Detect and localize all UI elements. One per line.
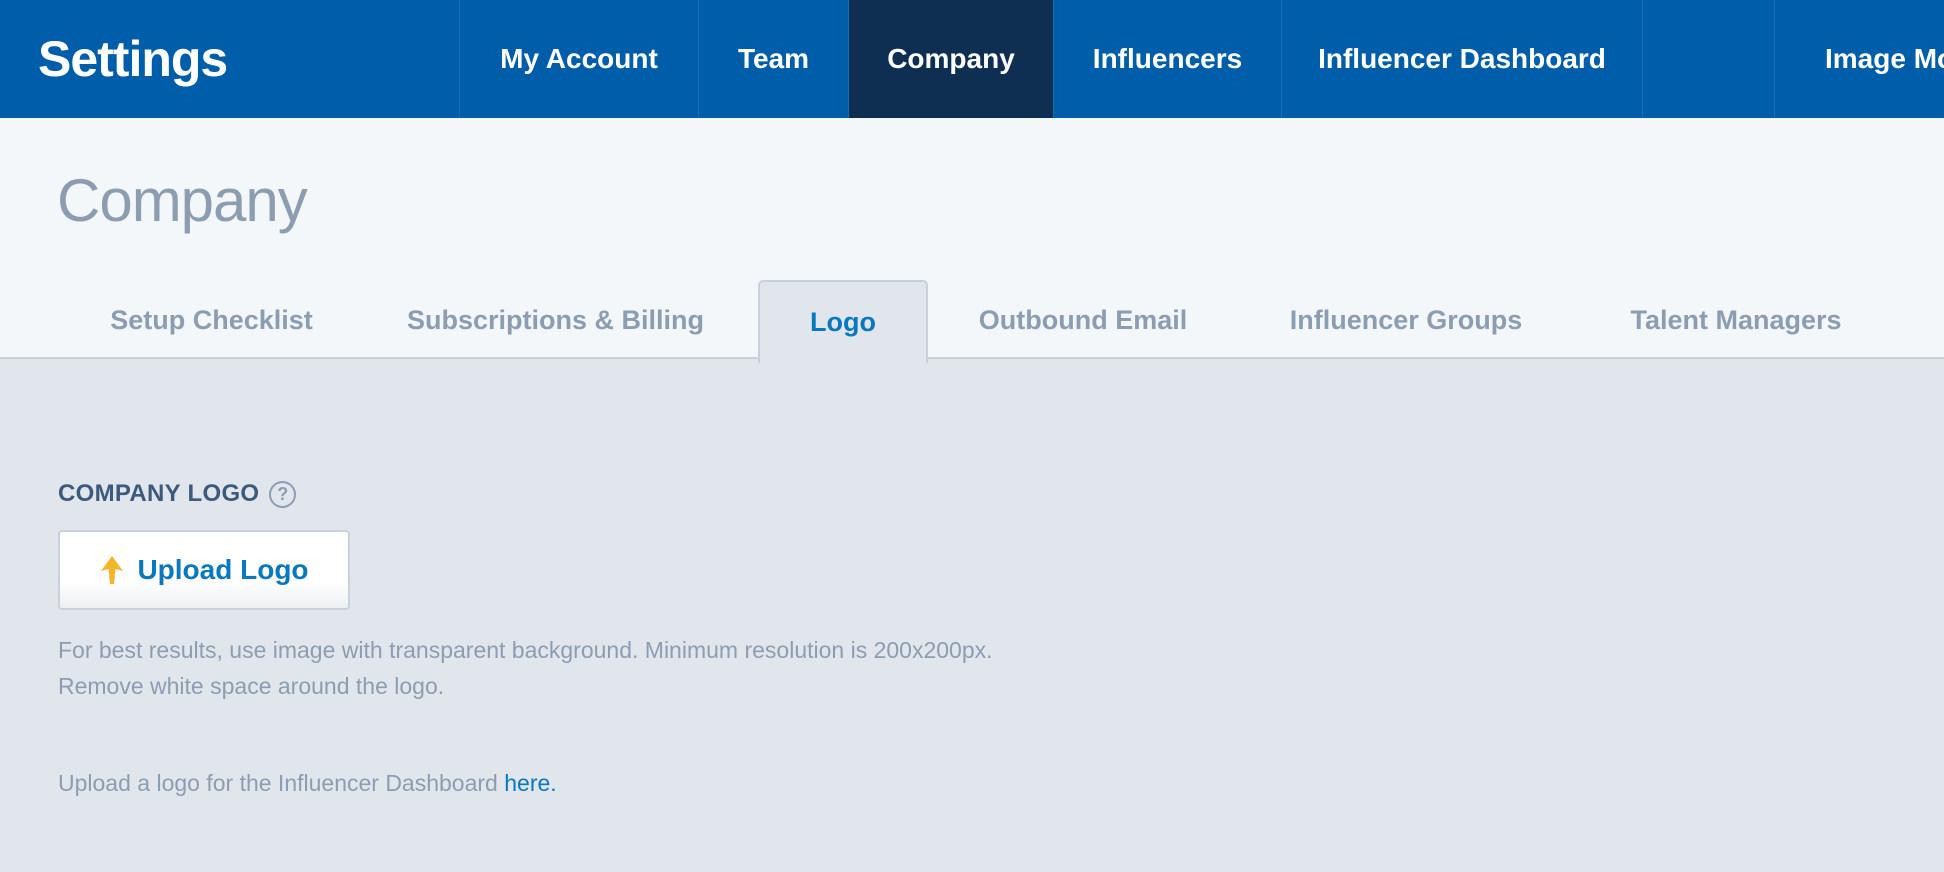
top-navigation-bar: Settings My Account Team Company Influen…: [0, 0, 1944, 118]
dashboard-logo-note-text: Upload a logo for the Influencer Dashboa…: [58, 770, 505, 796]
tab-logo[interactable]: Logo: [758, 280, 928, 363]
upload-hint-line-2: Remove white space around the logo.: [58, 673, 445, 699]
nav-item-company[interactable]: Company: [848, 0, 1053, 118]
nav-item-influencers[interactable]: Influencers: [1053, 0, 1281, 118]
question-circle-icon[interactable]: ?: [269, 480, 297, 508]
company-logo-label-text: COMPANY LOGO: [58, 480, 260, 507]
upload-hint-line-1: For best results, use image with transpa…: [58, 637, 993, 663]
dashboard-logo-note: Upload a logo for the Influencer Dashboa…: [58, 770, 1258, 797]
tab-setup-checklist[interactable]: Setup Checklist: [70, 280, 353, 361]
app-title: Settings: [38, 31, 228, 87]
tab-subscriptions-billing[interactable]: Subscriptions & Billing: [353, 280, 758, 361]
logo-settings-panel: COMPANY LOGO ? Upload Logo For best resu…: [58, 480, 993, 796]
page-header: Company Setup Checklist Subscriptions & …: [0, 118, 1944, 363]
page-title: Company: [57, 167, 308, 234]
tab-outbound-email[interactable]: Outbound Email: [928, 280, 1238, 361]
upload-logo-label: Upload Logo: [137, 554, 309, 585]
nav-item-image-mo[interactable]: Image Mo: [1774, 0, 1944, 118]
nav-item-influencer-dashboard[interactable]: Influencer Dashboard: [1281, 0, 1642, 118]
company-logo-label: COMPANY LOGO ?: [58, 480, 297, 508]
main-nav: My Account Team Company Influencers Infl…: [459, 0, 1944, 118]
upload-hint: For best results, use image with transpa…: [58, 632, 1258, 704]
upload-logo-button[interactable]: Upload Logo: [58, 530, 350, 610]
tab-influencer-groups[interactable]: Influencer Groups: [1238, 280, 1574, 361]
upload-arrow-icon: [101, 556, 124, 584]
nav-item-my-account[interactable]: My Account: [459, 0, 698, 118]
section-tabs: Setup Checklist Subscriptions & Billing …: [70, 278, 1898, 363]
nav-divider: [1642, 0, 1774, 118]
dashboard-logo-link[interactable]: here.: [504, 770, 556, 796]
nav-item-team[interactable]: Team: [698, 0, 848, 118]
tab-talent-managers[interactable]: Talent Managers: [1574, 280, 1898, 361]
